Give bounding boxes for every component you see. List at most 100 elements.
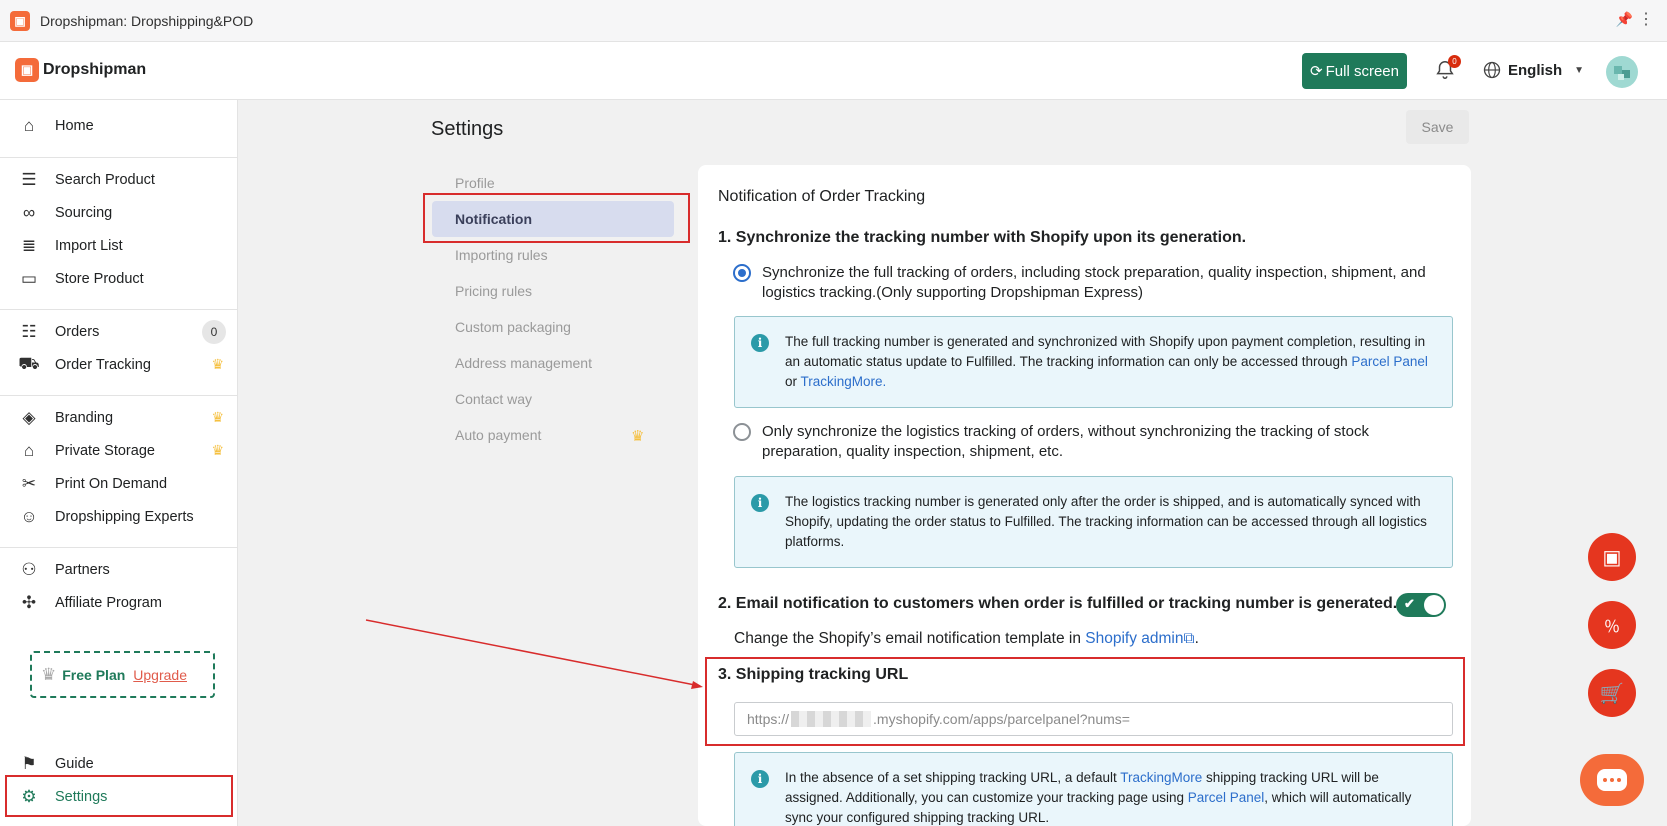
trackingmore-link[interactable]: TrackingMore. bbox=[801, 374, 887, 389]
sidebar-item-private-storage[interactable]: ⌂ Private Storage ♛ bbox=[0, 434, 238, 467]
plan-name: Free Plan bbox=[62, 666, 126, 683]
crown-icon: ♛ bbox=[211, 409, 224, 425]
parcel-panel-link[interactable]: Parcel Panel bbox=[1188, 790, 1265, 805]
parcel-panel-link[interactable]: Parcel Panel bbox=[1351, 354, 1428, 369]
sidebar-item-store-product[interactable]: ▭ Store Product bbox=[0, 262, 238, 295]
info-box-full-tracking: i The full tracking number is generated … bbox=[734, 316, 1453, 408]
coupon-fab[interactable]: ％ bbox=[1588, 601, 1636, 649]
signpost-icon: ⚑ bbox=[21, 753, 37, 773]
sidebar-item-label: Orders bbox=[55, 323, 100, 340]
url-suffix: .myshopify.com/apps/parcelpanel?nums= bbox=[873, 711, 1130, 727]
crown-icon: ♛ bbox=[211, 442, 224, 458]
info-icon: i bbox=[751, 334, 769, 352]
window-titlebar: ▣ Dropshipman: Dropshipping&POD 📌 ⋮ bbox=[0, 0, 1667, 42]
glasses-icon: ∞ bbox=[22, 202, 36, 222]
sidebar-item-label: Order Tracking bbox=[55, 356, 151, 373]
shopify-admin-link[interactable]: Shopify admin bbox=[1085, 630, 1183, 647]
info-text: The full tracking number is generated an… bbox=[785, 332, 1440, 392]
info-box-tracking-url: i In the absence of a set shipping track… bbox=[734, 752, 1453, 826]
sidebar-item-label: Dropshipping Experts bbox=[55, 508, 194, 525]
sidebar-item-affiliate-program[interactable]: ✣ Affiliate Program bbox=[0, 586, 238, 619]
sidebar-item-label: Guide bbox=[55, 755, 94, 772]
sidebar-item-import-list[interactable]: ≣ Import List bbox=[0, 229, 238, 262]
language-selector[interactable]: English ▼ bbox=[1482, 60, 1584, 80]
search-list-icon: ☰ bbox=[21, 169, 37, 189]
info-text-part: or bbox=[785, 374, 801, 389]
sidebar-item-label: Home bbox=[55, 117, 94, 134]
network-icon: ✣ bbox=[21, 592, 37, 612]
radio-logistics-only[interactable] bbox=[733, 423, 751, 441]
sidebar-divider bbox=[0, 309, 238, 310]
brand-logo-icon: ▣ bbox=[15, 58, 39, 82]
orders-icon: ☷ bbox=[21, 321, 37, 341]
crown-icon: ♛ bbox=[631, 428, 645, 445]
settings-highlight-box bbox=[5, 775, 233, 817]
settings-menu-address-management[interactable]: Address management bbox=[455, 355, 592, 371]
info-text-part: The full tracking number is generated an… bbox=[785, 334, 1426, 369]
sidebar-item-sourcing[interactable]: ∞ Sourcing bbox=[0, 196, 238, 229]
store-icon: ▭ bbox=[20, 268, 38, 288]
sidebar-item-label: Search Product bbox=[55, 171, 155, 188]
option-logistics-only-label[interactable]: Only synchronize the logistics tracking … bbox=[762, 422, 1452, 462]
fullscreen-label: Full screen bbox=[1325, 62, 1399, 80]
sidebar-item-label: Affiliate Program bbox=[55, 594, 162, 611]
globe-icon bbox=[1483, 61, 1501, 79]
check-icon: ✔ bbox=[1404, 596, 1415, 611]
wallet-fab[interactable]: ▣ bbox=[1588, 533, 1636, 581]
person-icon: ☺ bbox=[20, 506, 38, 526]
plan-box: ♛ Free Plan Upgrade bbox=[30, 651, 215, 698]
sidebar-item-dropshipping-experts[interactable]: ☺ Dropshipping Experts bbox=[0, 500, 238, 533]
sidebar-divider bbox=[0, 547, 238, 548]
refresh-icon: ⟳ bbox=[1310, 63, 1323, 80]
sidebar-item-partners[interactable]: ⚇ Partners bbox=[0, 553, 238, 586]
fullscreen-button[interactable]: ⟳ Full screen bbox=[1302, 53, 1407, 89]
save-button[interactable]: Save bbox=[1406, 110, 1469, 144]
settings-menu-auto-payment[interactable]: Auto payment bbox=[455, 427, 541, 443]
chat-button[interactable] bbox=[1580, 754, 1644, 806]
info-text: The logistics tracking number is generat… bbox=[785, 494, 1427, 549]
upgrade-link[interactable]: Upgrade bbox=[133, 667, 187, 683]
sidebar-item-orders[interactable]: ☷ Orders 0 bbox=[0, 315, 238, 348]
tools-icon: ✂ bbox=[21, 473, 37, 493]
option-full-tracking-label[interactable]: Synchronize the full tracking of orders,… bbox=[762, 263, 1452, 303]
section-tracking-url-heading: 3. Shipping tracking URL bbox=[718, 666, 909, 683]
settings-menu-contact-way[interactable]: Contact way bbox=[455, 391, 532, 407]
radio-full-tracking[interactable] bbox=[733, 264, 751, 282]
settings-menu-pricing-rules[interactable]: Pricing rules bbox=[455, 283, 532, 299]
crown-icon: ♛ bbox=[211, 356, 224, 372]
email-template-text: Change the Shopify’s email notification … bbox=[734, 630, 1086, 647]
sidebar-item-search-product[interactable]: ☰ Search Product bbox=[0, 163, 238, 196]
email-notification-toggle[interactable]: ✔ bbox=[1396, 593, 1446, 617]
external-link-icon[interactable]: ⧉ bbox=[1184, 630, 1195, 647]
card-title: Notification of Order Tracking bbox=[718, 188, 926, 205]
brand-logo[interactable]: ▣ Dropshipman bbox=[15, 58, 146, 82]
cart-fab[interactable]: 🛒 bbox=[1588, 669, 1636, 717]
toggle-knob bbox=[1424, 595, 1444, 615]
sidebar-item-label: Sourcing bbox=[55, 204, 113, 221]
warehouse-icon: ⌂ bbox=[23, 440, 35, 460]
avatar[interactable] bbox=[1606, 56, 1638, 88]
sidebar-item-order-tracking[interactable]: ⛟ Order Tracking ♛ bbox=[0, 348, 238, 381]
sidebar-item-branding[interactable]: ◈ Branding ♛ bbox=[0, 401, 238, 434]
more-icon[interactable]: ⋮ bbox=[1638, 9, 1655, 29]
bell-icon[interactable]: 0 bbox=[1434, 55, 1461, 81]
sidebar-divider bbox=[0, 157, 238, 158]
sidebar-item-print-on-demand[interactable]: ✂ Print On Demand bbox=[0, 467, 238, 500]
brand-name: Dropshipman bbox=[43, 61, 147, 78]
trackingmore-link[interactable]: TrackingMore bbox=[1120, 770, 1202, 785]
sidebar-item-home[interactable]: ⌂ Home bbox=[0, 109, 238, 142]
section-email-heading: 2. Email notification to customers when … bbox=[718, 595, 1398, 612]
page-title: Settings bbox=[431, 118, 504, 140]
sidebar-item-label: Store Product bbox=[55, 270, 144, 287]
info-text: In the absence of a set shipping trackin… bbox=[785, 768, 1440, 826]
sidebar-divider bbox=[0, 395, 238, 396]
app-header: ▣ Dropshipman ⟳ Full screen 0 English ▼ bbox=[0, 42, 1667, 100]
tracking-url-input[interactable]: https:// .myshopify.com/apps/parcelpanel?… bbox=[734, 702, 1453, 736]
pin-icon[interactable]: 📌 bbox=[1616, 11, 1633, 28]
settings-menu-custom-packaging[interactable]: Custom packaging bbox=[455, 319, 571, 335]
settings-menu-importing-rules[interactable]: Importing rules bbox=[455, 247, 548, 263]
settings-menu-profile[interactable]: Profile bbox=[455, 175, 495, 191]
email-template-line: Change the Shopify’s email notification … bbox=[734, 630, 1199, 648]
caret-down-icon: ▼ bbox=[1574, 64, 1585, 76]
url-prefix: https:// bbox=[747, 711, 790, 727]
